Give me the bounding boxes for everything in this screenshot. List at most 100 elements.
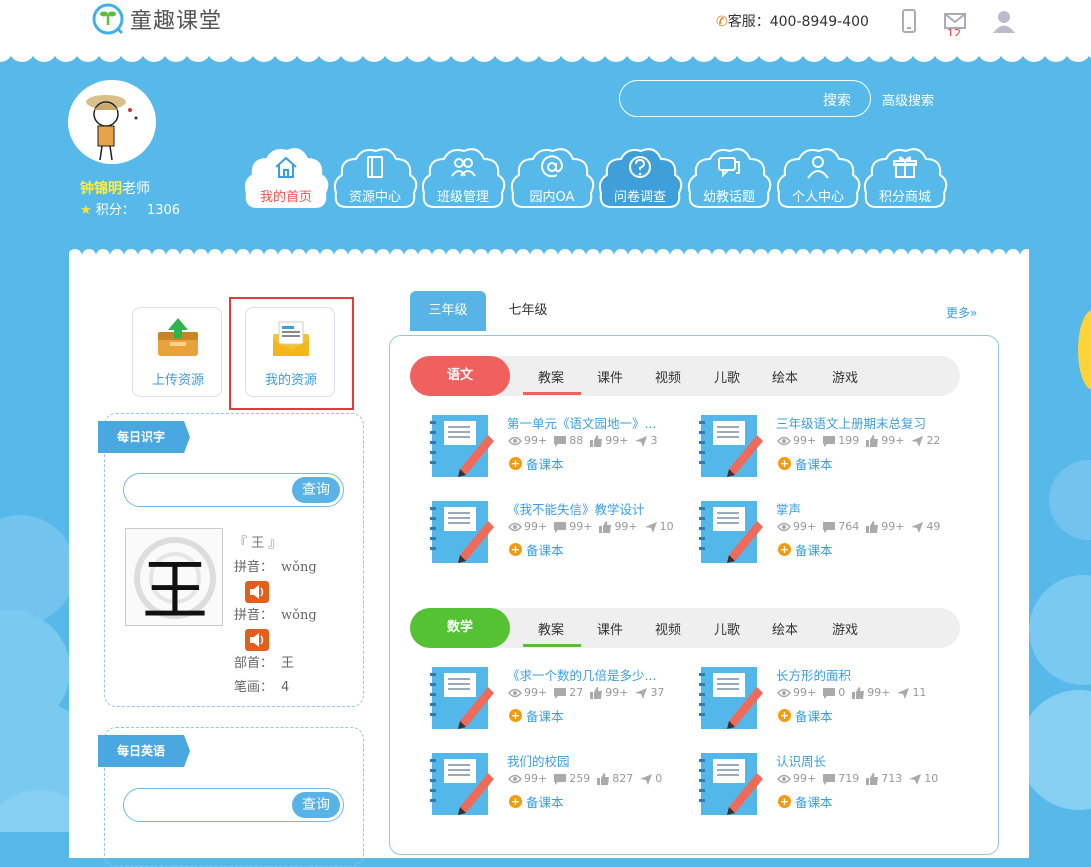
upload-resource-button[interactable]: 上传资源 (132, 307, 222, 397)
avatar[interactable] (68, 80, 156, 164)
resource-title[interactable]: 我们的校园 (507, 751, 667, 770)
subject-tab[interactable]: 课件 (583, 367, 637, 386)
resource-stats: 99+ 88 99+ 3 (508, 434, 663, 447)
plus-icon: + (509, 709, 522, 722)
logo[interactable]: 童趣课堂 (92, 3, 222, 35)
resource-title[interactable]: 第一单元《语文园地一》... (507, 413, 667, 432)
resource-item[interactable]: 掌声 99+ 764 99+ 49 + 备课本 (679, 499, 940, 565)
subject-tab[interactable]: 视频 (642, 367, 694, 386)
search-button[interactable]: 搜索 (823, 90, 851, 110)
strokes-label: 笔画： (234, 680, 274, 695)
nav-item-1[interactable]: 资源中心 (332, 145, 418, 215)
gift-icon (893, 156, 917, 178)
nav-item-6[interactable]: 个人中心 (775, 145, 861, 215)
add-to-prep-link[interactable]: + 备课本 (509, 540, 564, 559)
resource-item[interactable]: 《求一个数的几倍是多少... 99+ 27 99+ 37 + 备课本 (410, 665, 670, 731)
my-resources-button[interactable]: 我的资源 (245, 307, 335, 397)
eye-icon (508, 436, 522, 445)
add-to-prep-link[interactable]: + 备课本 (509, 454, 564, 473)
resource-title[interactable]: 掌声 (776, 499, 936, 518)
phone-icon: ✆ (716, 14, 728, 30)
nav-label: 班级管理 (436, 190, 489, 205)
my-resources-label: 我的资源 (264, 373, 317, 388)
nav-item-5[interactable]: 幼教话题 (686, 145, 772, 215)
nav-item-3[interactable]: 园内OA (509, 145, 595, 215)
subject-tab[interactable]: 课件 (583, 619, 637, 638)
users-icon (451, 158, 476, 177)
resource-item[interactable]: 《我不能失信》教学设计 99+ 99+ 99+ 10 + 备课本 (410, 499, 674, 565)
notebook-icon (699, 415, 763, 477)
resource-title[interactable]: 长方形的面积 (776, 665, 936, 684)
comment-icon (823, 521, 836, 533)
resource-stats: 99+ 99+ 99+ 10 (508, 520, 680, 533)
top-bar: 童趣课堂 ✆客服：400-8949-400 12 (0, 0, 1091, 48)
add-to-prep-link[interactable]: + 备课本 (509, 706, 564, 725)
plus-icon: + (778, 543, 791, 556)
resource-stats: 99+ 0 99+ 11 (777, 686, 932, 699)
more-link[interactable]: 更多» (946, 304, 977, 321)
nav-item-4[interactable]: 问卷调查 (597, 145, 683, 215)
subject-tab[interactable]: 游戏 (818, 367, 872, 386)
likes-stat: 99+ (865, 434, 904, 447)
logo-icon (92, 3, 124, 35)
plus-icon: + (509, 543, 522, 556)
eye-icon (508, 688, 522, 697)
plus-icon: + (778, 709, 791, 722)
subject-label[interactable]: 数学 (410, 608, 510, 648)
resource-item[interactable]: 第一单元《语文园地一》... 99+ 88 99+ 3 + 备课本 (410, 413, 670, 479)
resource-item[interactable]: 认识周长 99+ 719 713 10 + 备课本 (679, 751, 939, 817)
notebook-icon (699, 667, 763, 729)
speaker-icon[interactable] (245, 581, 269, 603)
resource-title[interactable]: 《求一个数的几倍是多少... (507, 665, 667, 684)
nav-label: 问卷调查 (613, 190, 666, 205)
tab-grade-7[interactable]: 七年级 (488, 291, 568, 331)
nav-item-2[interactable]: 班级管理 (420, 145, 506, 215)
comments-stat: 88 (553, 434, 583, 447)
add-to-prep-link[interactable]: + 备课本 (778, 792, 833, 811)
resource-title[interactable]: 三年级语文上册期末总复习 (776, 413, 936, 432)
add-to-prep-link[interactable]: + 备课本 (509, 792, 564, 811)
subject-label[interactable]: 语文 (410, 356, 510, 396)
subject-tab[interactable]: 教案 (523, 619, 579, 638)
add-to-prep-link[interactable]: + 备课本 (778, 540, 833, 559)
strokes-row: 笔画： 4 (234, 676, 289, 695)
subject-tab[interactable]: 儿歌 (700, 619, 754, 638)
subject-tab[interactable]: 儿歌 (700, 367, 754, 386)
nav-item-0[interactable]: 我的首页 (243, 145, 329, 215)
book-icon (367, 156, 383, 178)
plus-icon: + (778, 457, 791, 470)
nav-item-7[interactable]: 积分商城 (862, 145, 948, 215)
resource-title[interactable]: 认识周长 (776, 751, 936, 770)
views-stat: 99+ (508, 520, 547, 533)
add-to-prep-link[interactable]: + 备课本 (778, 454, 833, 473)
english-query-button[interactable]: 查询 (292, 792, 340, 818)
upload-resource-label: 上传资源 (151, 373, 204, 388)
user-icon[interactable] (991, 8, 1017, 34)
nav-label: 积分商城 (878, 190, 931, 205)
thumbs-up-icon (866, 772, 879, 785)
views-stat: 99+ (508, 772, 547, 785)
advanced-search-link[interactable]: 高级搜索 (882, 90, 934, 109)
subject-tab[interactable]: 绘本 (759, 367, 811, 386)
likes-stat: 827 (596, 772, 633, 785)
subject-tab[interactable]: 游戏 (818, 619, 872, 638)
person-icon (807, 156, 829, 179)
resource-title[interactable]: 《我不能失信》教学设计 (507, 499, 667, 518)
subject-tab[interactable]: 教案 (523, 367, 579, 386)
shares-stat: 22 (910, 434, 940, 447)
comments-stat: 27 (553, 686, 583, 699)
subject-tab[interactable]: 视频 (642, 619, 694, 638)
tab-grade-3[interactable]: 三年级 (410, 291, 486, 331)
add-to-prep-link[interactable]: + 备课本 (778, 706, 833, 725)
thumbs-up-icon (590, 686, 603, 699)
eye-icon (508, 522, 522, 531)
speaker-icon[interactable] (245, 629, 269, 651)
resource-item[interactable]: 我们的校园 99+ 259 827 0 + 备课本 (410, 751, 670, 817)
mobile-icon[interactable] (896, 8, 922, 34)
char-query-button[interactable]: 查询 (292, 477, 340, 503)
subject-tab[interactable]: 绘本 (759, 619, 811, 638)
thumbs-up-icon (852, 686, 865, 699)
resource-item[interactable]: 三年级语文上册期末总复习 99+ 199 99+ 22 + 备课本 (679, 413, 940, 479)
resource-item[interactable]: 长方形的面积 99+ 0 99+ 11 + 备课本 (679, 665, 939, 731)
likes-stat: 99+ (589, 434, 628, 447)
